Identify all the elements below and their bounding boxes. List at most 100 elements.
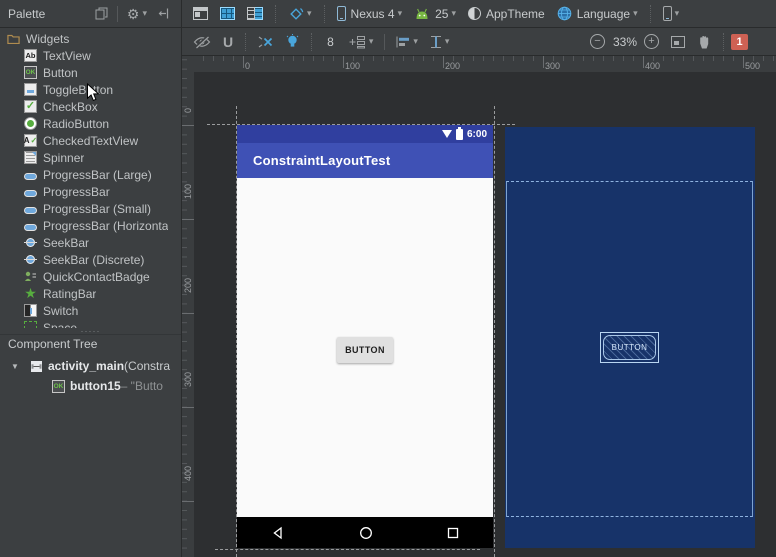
palette-item-label: TextView [43,49,91,63]
palette-item-progressbar-small[interactable]: ProgressBar (Small) [0,200,181,217]
design-view-button-widget[interactable]: BUTTON [337,337,393,363]
pack-button[interactable]: ▾ [344,30,379,54]
both-mode-button[interactable] [242,2,268,26]
language-label: Language [577,7,630,21]
palette-item-progressbar-horizontal[interactable]: ProgressBar (Horizonta [0,217,181,234]
blueprint-button-selection[interactable]: BUTTON [600,332,659,363]
selection-guide-bottom [215,549,480,550]
tree-item-activity-main[interactable]: ▼ activity_main (Constra [0,356,181,376]
ruler-label: 300 [183,372,193,387]
lightbulb-icon [286,34,299,49]
pack-icon [349,35,366,49]
phone-icon [337,6,346,21]
design-mode-button[interactable] [188,2,213,26]
view-options-button[interactable] [188,30,216,54]
clear-constraints-icon [258,35,274,49]
device-screen-design[interactable]: 6:00 ConstraintLayoutTest BUTTON [237,125,493,548]
component-tree: ▼ activity_main (Constra OK button15 – "… [0,353,181,396]
device-selector[interactable]: Nexus 4 ▾ [332,2,408,26]
separator [324,5,325,23]
space-icon [24,321,37,328]
palette-item-label: Spinner [43,151,84,165]
guidelines-button[interactable]: ▾ [425,30,455,54]
progressbar-icon [24,207,37,214]
chevron-down-icon: ▾ [445,36,450,47]
palette-item-progressbar-large[interactable]: ProgressBar (Large) [0,166,181,183]
palette-item-seekbar[interactable]: SeekBar [0,234,181,251]
palette-item-quickcontactbadge[interactable]: QuickContactBadge [0,268,181,285]
home-icon [359,526,373,540]
zoom-out-button[interactable]: − [585,30,610,54]
app-title: ConstraintLayoutTest [253,153,390,168]
blueprint-button-widget[interactable]: BUTTON [603,335,656,360]
language-selector[interactable]: Language ▾ [552,2,643,26]
zoom-in-button[interactable]: + [639,30,664,54]
orientation-button[interactable]: ▾ [283,2,317,26]
palette-settings-button[interactable]: ⚙ ▾ [122,2,152,26]
checkedtextview-icon: A✓ [24,134,37,147]
virtual-device-button[interactable]: ▾ [658,2,685,26]
ruler-label: 300 [545,61,560,71]
palette-item-switch[interactable]: Switch [0,302,181,319]
palette-item-progressbar[interactable]: ProgressBar [0,183,181,200]
clear-constraints-button[interactable] [253,30,279,54]
both-mode-icon [247,7,263,20]
pan-button[interactable] [692,30,716,54]
theme-selector[interactable]: AppTheme [463,2,550,26]
button-icon: OK [24,66,37,79]
copy-icon [95,7,108,20]
separator [275,5,276,23]
align-button[interactable]: ▾ [391,30,423,54]
api-selector[interactable]: 25 ▾ [409,2,461,26]
palette-item-checkedtextview[interactable]: A✓ CheckedTextView [0,132,181,149]
chevron-down-icon: ▾ [307,8,312,19]
copy-button[interactable] [90,2,113,26]
component-tree-title: Component Tree [8,337,97,351]
palette-item-label: Space [43,321,77,329]
separator [650,5,651,23]
palette-item-ratingbar[interactable]: ★ RatingBar [0,285,181,302]
palette-panel-header: Palette ⚙ ▾ [0,0,182,27]
palette-item-spinner[interactable]: Spinner [0,149,181,166]
wifi-icon [442,130,452,138]
phone-icon [663,6,672,21]
disclosure-triangle-icon[interactable]: ▼ [8,362,22,371]
ruler-label: 100 [183,184,193,199]
design-surface[interactable]: 0 100 200 300 400 500 0 100 200 300 400 … [182,56,776,557]
design-mode-icon [193,7,208,20]
blueprint-mode-button[interactable] [215,2,240,26]
api-level-label: 25 [435,7,448,21]
palette-item-button[interactable]: OK Button [0,64,181,81]
globe-icon [557,6,572,21]
theme-icon [468,7,481,20]
default-margin-button[interactable]: 8 [319,30,342,54]
seekbar-discrete-icon [24,253,37,266]
error-badge[interactable]: 1 [731,34,748,50]
zoom-level: 33% [613,35,637,49]
device-content: BUTTON [237,178,493,517]
device-screen-blueprint[interactable]: BUTTON [505,127,755,548]
app-bar: ConstraintLayoutTest [237,143,493,178]
autoconnect-button[interactable]: U [218,30,238,54]
horizontal-ruler: 0 100 200 300 400 500 [182,56,776,72]
device-label: Nexus 4 [351,7,395,21]
separator [723,33,724,51]
palette-item-radiobutton[interactable]: RadioButton [0,115,181,132]
zoom-to-fit-button[interactable] [666,30,690,54]
separator [311,33,312,51]
palette-item-textview[interactable]: Ab TextView [0,47,181,64]
top-toolbar: Palette ⚙ ▾ ▾ [0,0,776,28]
constraint-toolbar: U 8 ▾ ▾ ▾ − 33% + [182,28,776,56]
palette-item-label: RatingBar [43,287,96,301]
pin-panel-button[interactable] [152,2,175,26]
infer-constraints-button[interactable] [281,30,304,54]
gear-icon: ⚙ [127,7,140,21]
palette-item-seekbar-discrete[interactable]: SeekBar (Discrete) [0,251,181,268]
palette-category-widgets[interactable]: Widgets [0,30,181,47]
tree-item-button15[interactable]: OK button15 – "Butto [0,376,181,396]
eye-off-icon [193,35,211,49]
ruler-label: 400 [645,61,660,71]
palette-widget-list: Widgets Ab TextView OK Button ToggleButt… [0,28,181,328]
navigation-bar [237,517,493,548]
palette-item-label: Switch [43,304,78,318]
